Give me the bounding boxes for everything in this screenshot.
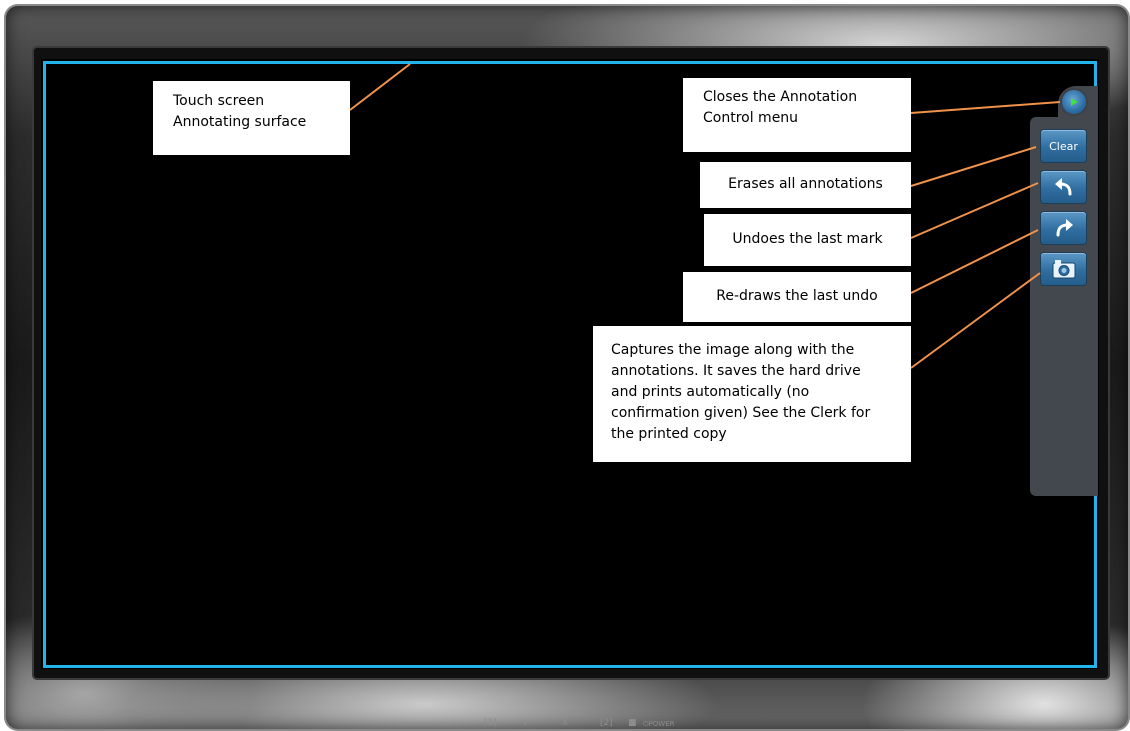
callout-text-line: confirmation given) See the Clerk for <box>611 405 871 421</box>
camera-icon <box>1052 260 1075 279</box>
undo-arrow-icon <box>1054 178 1071 196</box>
close-menu-button[interactable] <box>1062 90 1086 114</box>
callout-text-line: Closes the Annotation <box>703 89 858 105</box>
monitor-down-button[interactable]: ∨ <box>522 718 529 728</box>
capture-button[interactable] <box>1041 253 1086 285</box>
monitor-power-button[interactable]: ⏻POWER <box>643 720 674 729</box>
callout-capture: Captures the image along with the annota… <box>593 326 911 462</box>
monitor-input2-button[interactable]: [2] <box>600 718 613 728</box>
callout-text-line: Captures the image along with the <box>611 342 855 358</box>
callout-touch-screen: Touch screen Annotating surface <box>153 81 350 155</box>
callout-redraw: Re-draws the last undo <box>683 272 911 322</box>
redo-button[interactable] <box>1041 212 1086 244</box>
play-triangle-icon <box>1071 98 1078 106</box>
undo-button[interactable] <box>1041 171 1086 203</box>
monitor-up-button[interactable]: ∧ <box>562 718 569 728</box>
clear-button[interactable]: Clear <box>1041 130 1086 162</box>
callout-text-line: Annotating surface <box>173 114 307 130</box>
callout-erase-all: Erases all annotations <box>700 162 911 208</box>
redo-arrow-icon <box>1056 219 1073 237</box>
monitor-input1-button[interactable]: [1] <box>484 718 497 728</box>
callout-close-menu: Closes the Annotation Control menu <box>683 78 911 152</box>
callout-text-line: Control menu <box>703 110 799 126</box>
callout-text-line: and prints automatically (no <box>611 384 810 400</box>
callout-undo: Undoes the last mark <box>704 214 911 266</box>
callout-text-line: annotations. It saves the hard drive <box>611 363 861 379</box>
monitor-menu-button[interactable]: ■ <box>628 718 637 728</box>
callout-text-line: the printed copy <box>611 426 727 442</box>
callout-text-line: Touch screen <box>173 93 265 109</box>
